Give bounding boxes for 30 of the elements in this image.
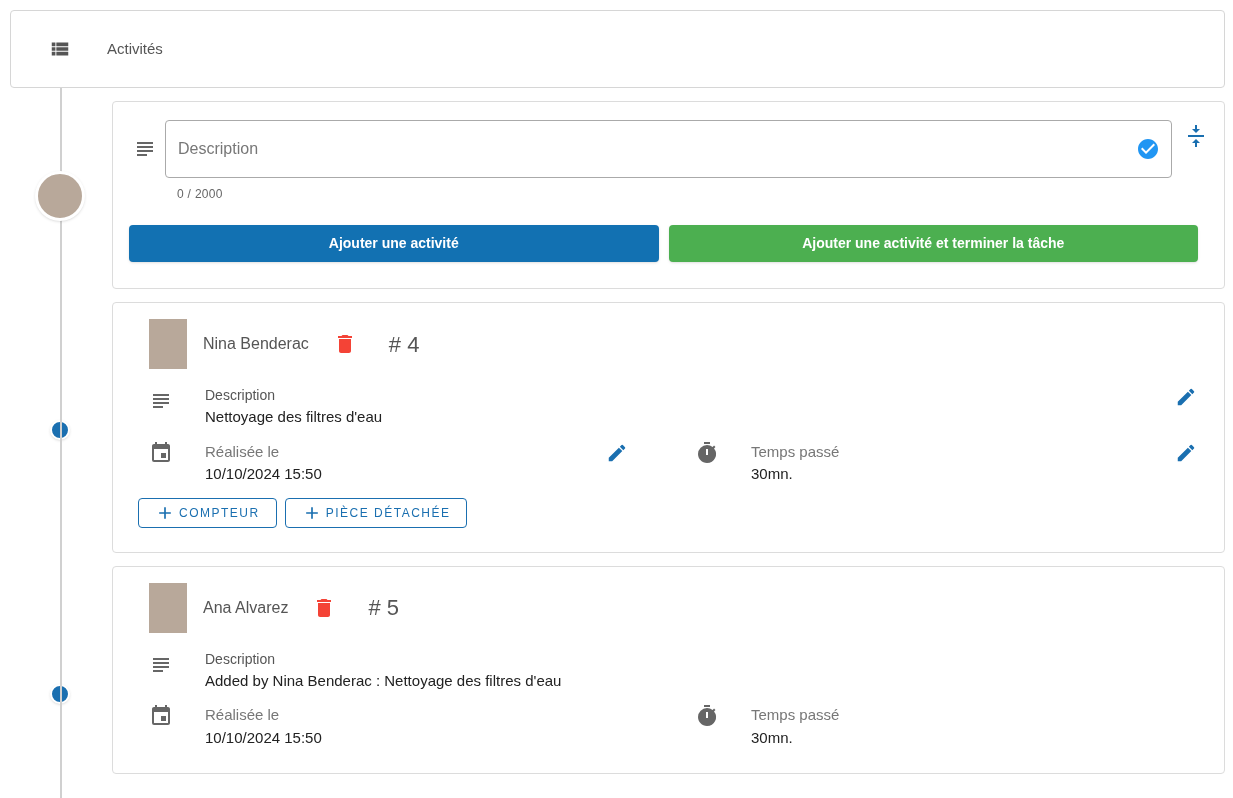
calendar-icon [149, 440, 173, 465]
field-label: Temps passé [751, 441, 841, 462]
add-activity-button[interactable]: Ajouter une activité et terminer la tâche [668, 225, 1198, 262]
calendar-icon [149, 704, 173, 728]
header-title: Activités [107, 38, 163, 59]
field-label: Description [205, 649, 277, 669]
field-label: Temps passé [751, 705, 841, 725]
character-counter: 0 / 2000 [177, 186, 224, 203]
field-label: Description [205, 386, 277, 405]
add-activity-button[interactable]: Ajouter une activité [129, 225, 659, 262]
author-name: Ana Alvarez [203, 597, 289, 618]
field-label: Réalisée le [205, 705, 281, 725]
field-value: 30mn. [751, 727, 794, 748]
photo-placeholder [149, 582, 187, 633]
photo-placeholder [149, 319, 187, 369]
description-field[interactable]: Description [165, 120, 1172, 178]
author-name: Nina Benderac [203, 334, 309, 354]
field-value: 10/10/2024 15:50 [205, 727, 323, 748]
timer-icon [695, 440, 719, 465]
field-value: 30mn. [751, 464, 794, 484]
activity-number: # 5 [368, 594, 399, 622]
field-value: Nettoyage des filtres d'eau [205, 407, 384, 427]
field-value: 10/10/2024 15:50 [205, 464, 323, 484]
add-button[interactable]: COMPTEUR [138, 497, 277, 528]
avatar [35, 171, 85, 221]
timer-icon [695, 704, 719, 728]
activity-number: # 4 [388, 330, 420, 359]
field-value: Added by Nina Benderac : Nettoyage des filtres d'eau [205, 670, 563, 691]
add-button[interactable]: PIÈCE DÉTACHÉE [284, 497, 468, 528]
field-label: Réalisée le [205, 441, 281, 462]
